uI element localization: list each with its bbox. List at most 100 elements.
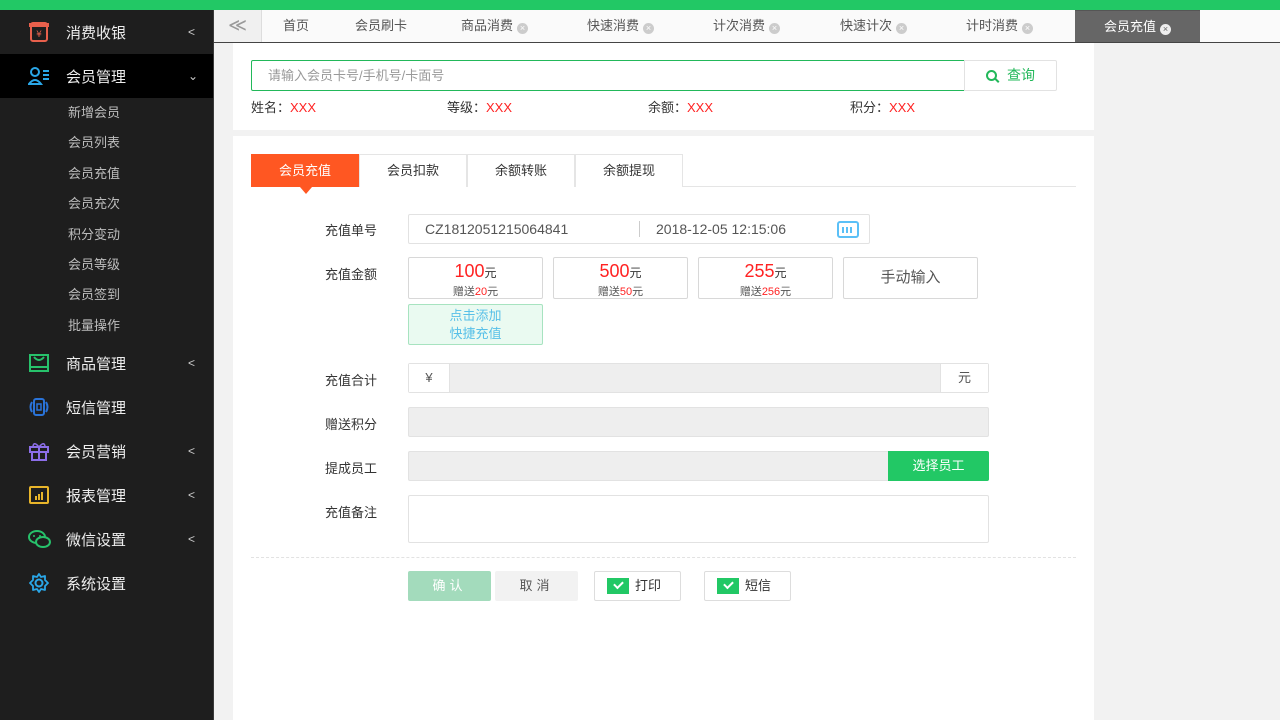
close-icon[interactable]: × [517, 23, 529, 34]
total-amount-field[interactable]: ¥ 元 [408, 363, 989, 393]
member-icon [26, 66, 50, 86]
amount-option-255[interactable]: 255元 赠送256元 [698, 257, 833, 299]
total-label: 充值合计 [325, 373, 378, 388]
tab-quick-consume[interactable]: 快速消费 × [587, 10, 655, 42]
remark-textarea[interactable] [408, 495, 989, 543]
amount-value: 255元 [699, 259, 832, 285]
amount-option-100[interactable]: 100元 赠送20元 [408, 257, 543, 299]
member-balance-info: 余额：XXX [648, 97, 713, 116]
main-content: 请输入会员卡号/手机号/卡面号 查询 姓名：XXX 等级：XXX 余额：XXX … [233, 43, 1094, 720]
print-checkbox[interactable]: 打印 [594, 571, 681, 601]
operation-tabs: 会员充值 会员扣款 余额转账 余额提现 [251, 154, 1076, 194]
chevron-down-icon: ⌄ [188, 69, 199, 83]
submenu-item-add-member[interactable]: 新增会员 [0, 98, 213, 128]
submenu-item-member-recharge[interactable]: 会员充值 [0, 159, 213, 189]
gift-amount: 赠送50元 [554, 285, 687, 299]
tab-quick-count[interactable]: 快速计次 × [840, 10, 908, 42]
sms-checkbox[interactable]: 短信 [704, 571, 791, 601]
tab-label: 商品消费 [461, 18, 514, 33]
amount-label: 充值金额 [325, 267, 378, 282]
gift-points-field[interactable] [408, 407, 989, 437]
order-no-value: CZ1812051215064841 [425, 221, 569, 237]
sidebar-item-label: 短信管理 [66, 399, 127, 417]
tab-timed-consume[interactable]: 计时消费 × [966, 10, 1034, 42]
submenu-item-member-checkin[interactable]: 会员签到 [0, 280, 213, 310]
cancel-button[interactable]: 取消 [495, 571, 578, 601]
close-icon[interactable]: × [896, 23, 908, 34]
separator [639, 221, 640, 237]
gift-amount: 赠送256元 [699, 285, 832, 299]
order-no-field: CZ1812051215064841 2018-12-05 12:15:06 [408, 214, 870, 244]
submenu-item-member-level[interactable]: 会员等级 [0, 250, 213, 280]
submenu-item-member-list[interactable]: 会员列表 [0, 128, 213, 158]
info-label: 余额： [648, 100, 688, 115]
tab-goods-consume[interactable]: 商品消费 × [461, 10, 529, 42]
gift-icon [28, 441, 50, 462]
op-tab-deduct[interactable]: 会员扣款 [359, 154, 467, 187]
close-icon[interactable]: × [1022, 23, 1034, 34]
chevron-left-icon: < [188, 25, 196, 39]
sms-icon [28, 397, 50, 417]
tab-label: 会员充值 [1103, 19, 1156, 34]
sidebar-item-reports[interactable]: 报表管理 < [0, 473, 213, 517]
gift-number: 20 [474, 286, 488, 298]
gift-prefix: 赠送 [739, 286, 762, 298]
tabs-scroll-left-button[interactable]: ≪ [214, 10, 262, 42]
order-no-label: 充值单号 [325, 223, 378, 238]
wechat-icon [28, 529, 51, 549]
points-label: 赠送积分 [325, 417, 378, 432]
cashier-icon: ¥ [28, 22, 50, 42]
sidebar-item-goods[interactable]: 商品管理 < [0, 341, 213, 385]
info-label: 姓名： [251, 100, 291, 115]
op-tab-withdraw[interactable]: 余额提现 [575, 154, 683, 187]
amount-unit: 元 [484, 266, 497, 280]
add-quick-recharge-button[interactable]: 点击添加 快捷充值 [408, 304, 543, 345]
svg-text:¥: ¥ [36, 30, 42, 40]
member-name-info: 姓名：XXX [251, 97, 316, 116]
gift-unit: 元 [487, 286, 499, 298]
submenu-item-batch-ops[interactable]: 批量操作 [0, 311, 213, 341]
sidebar-item-marketing[interactable]: 会员营销 < [0, 429, 213, 473]
member-level-info: 等级：XXX [447, 97, 512, 116]
sidebar-item-cashier[interactable]: ¥ 消费收银 < [0, 10, 213, 54]
member-submenu: 新增会员 会员列表 会员充值 会员充次 积分变动 会员等级 会员签到 批量操作 [0, 98, 213, 341]
gift-prefix: 赠送 [452, 286, 475, 298]
close-icon[interactable]: × [1160, 24, 1171, 35]
sidebar-item-wechat[interactable]: 微信设置 < [0, 517, 213, 561]
member-points-info: 积分：XXX [850, 97, 915, 116]
info-label: 积分： [850, 100, 890, 115]
confirm-button[interactable]: 确认 [408, 571, 491, 601]
op-tab-transfer[interactable]: 余额转账 [467, 154, 575, 187]
checkbox-checked-icon [607, 578, 629, 594]
sidebar-item-label: 系统设置 [66, 575, 127, 593]
calendar-icon[interactable] [837, 221, 859, 238]
tab-member-swipe[interactable]: 会员刷卡 [355, 10, 407, 42]
sidebar-item-label: 会员营销 [66, 443, 127, 461]
sidebar-item-member[interactable]: 会员管理 ⌄ [0, 54, 213, 98]
info-value: XXX [889, 100, 916, 115]
tab-member-recharge[interactable]: 会员充值 × [1075, 10, 1200, 42]
sidebar-item-label: 消费收银 [66, 24, 127, 42]
sidebar-item-system[interactable]: 系统设置 [0, 561, 213, 605]
top-accent-bar [0, 0, 1280, 10]
member-search-input[interactable]: 请输入会员卡号/手机号/卡面号 [251, 60, 965, 91]
manual-input-button[interactable]: 手动输入 [843, 257, 978, 299]
submenu-item-member-times[interactable]: 会员充次 [0, 189, 213, 219]
tab-label: 快速计次 [840, 18, 893, 33]
amount-value: 100元 [409, 259, 542, 285]
report-icon [28, 485, 50, 505]
info-value: XXX [687, 100, 714, 115]
tab-count-consume[interactable]: 计次消费 × [713, 10, 781, 42]
sidebar-item-sms[interactable]: 短信管理 [0, 385, 213, 429]
sidebar-item-label: 商品管理 [66, 355, 127, 373]
amount-option-500[interactable]: 500元 赠送50元 [553, 257, 688, 299]
submenu-item-points-change[interactable]: 积分变动 [0, 220, 213, 250]
tab-home[interactable]: 首页 [283, 10, 309, 42]
close-icon[interactable]: × [769, 23, 781, 34]
amount-unit: 元 [774, 266, 787, 280]
search-button[interactable]: 查询 [964, 60, 1057, 91]
op-tab-recharge[interactable]: 会员充值 [251, 154, 359, 194]
close-icon[interactable]: × [643, 23, 655, 34]
select-staff-button[interactable]: 选择员工 [888, 451, 989, 481]
remark-label: 充值备注 [325, 505, 378, 520]
